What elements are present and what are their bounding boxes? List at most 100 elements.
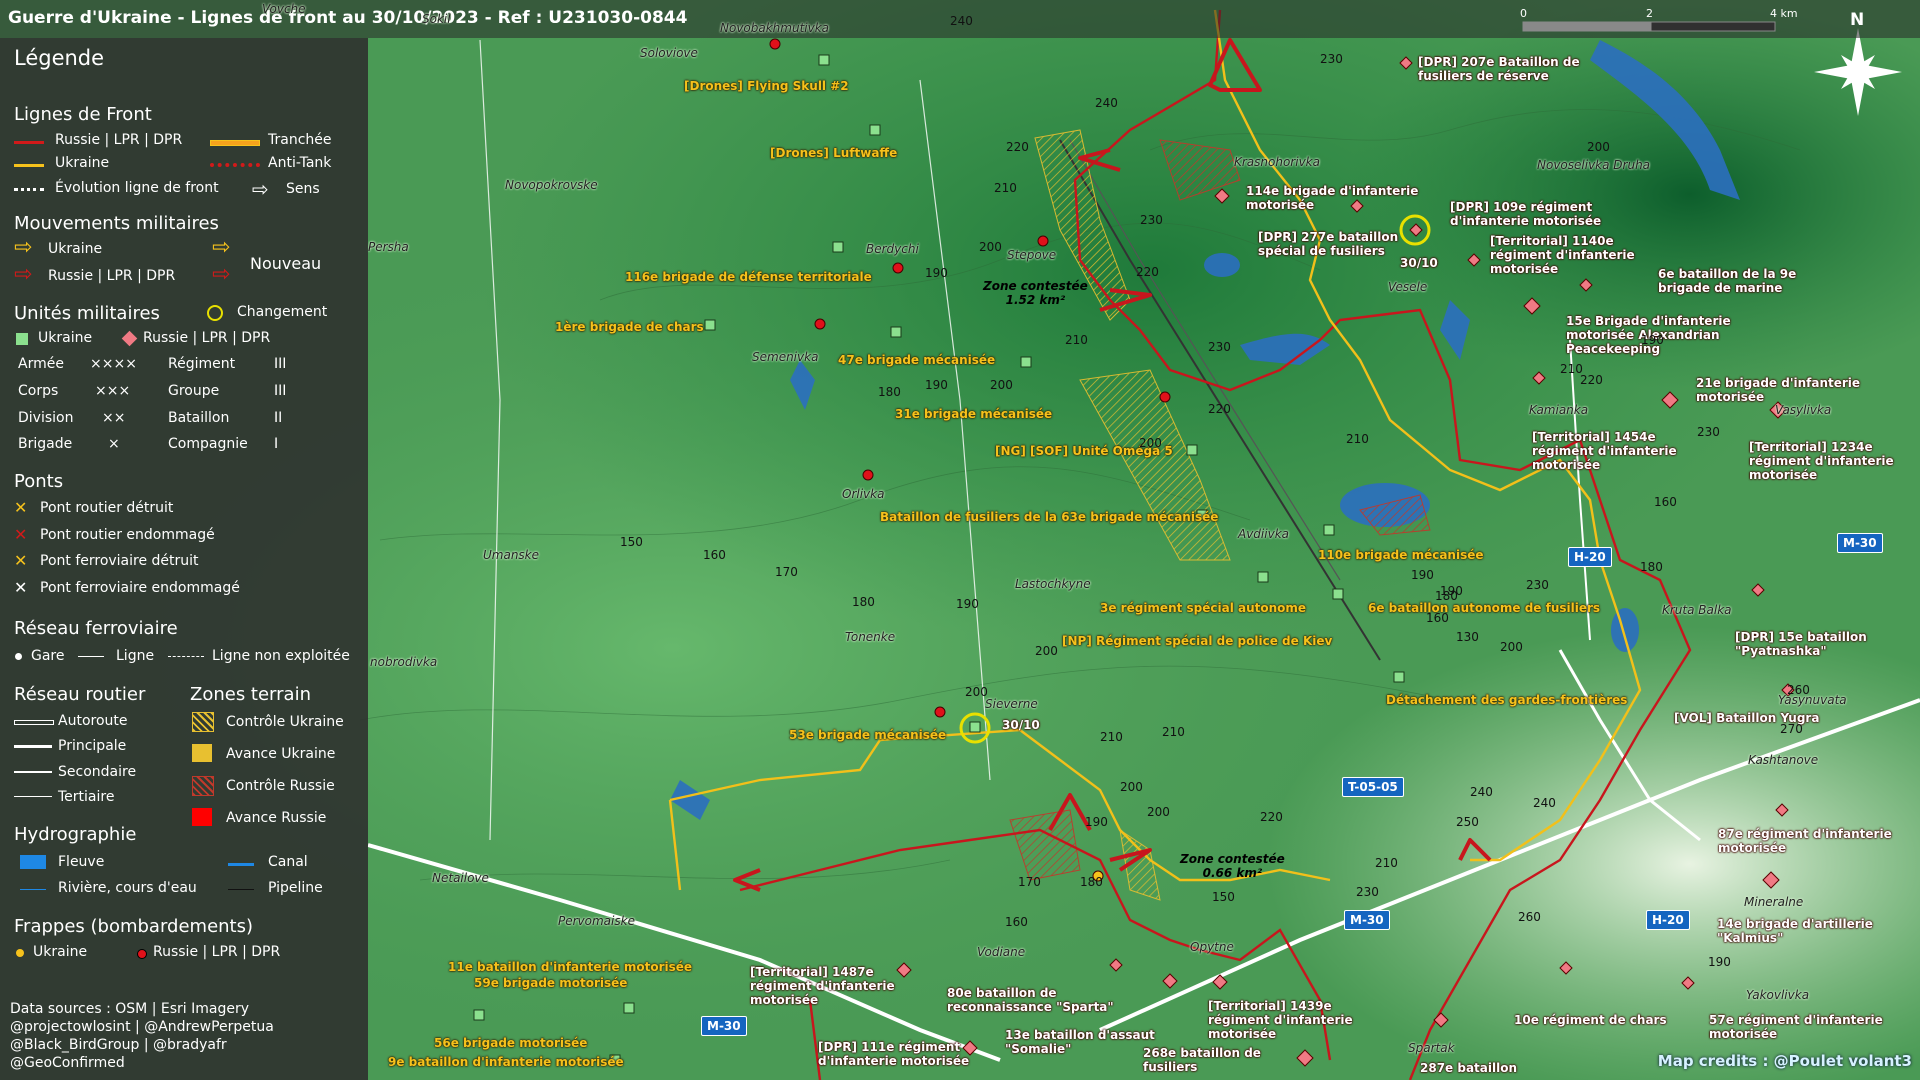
rail-line-icon bbox=[78, 656, 104, 657]
scale-zero: 0 bbox=[1520, 7, 1527, 20]
unused-line-icon bbox=[168, 656, 204, 657]
russia-unit-label: [DPR] 15e bataillon "Pyatnashka" bbox=[1735, 630, 1867, 658]
altitude-label: 190 bbox=[956, 597, 979, 611]
road-sign-m30: M-30 bbox=[1837, 533, 1883, 553]
russia-unit-label: 13e bataillon d'assaut "Somalie" bbox=[1005, 1028, 1155, 1056]
town-label: Sieverne bbox=[985, 697, 1038, 711]
hydro-title: Hydrographie bbox=[14, 824, 137, 845]
altitude-label: 190 bbox=[1440, 584, 1463, 598]
direction-label: Sens bbox=[286, 181, 320, 197]
pipeline-icon bbox=[228, 889, 254, 890]
change-circle-icon bbox=[207, 305, 223, 321]
russia-unit-label: [DPR] 111e régiment d'infanterie motorisé… bbox=[818, 1040, 970, 1068]
road-label: Principale bbox=[58, 738, 127, 754]
stream-icon bbox=[20, 889, 46, 890]
russia-unit-label: 14e brigade d'artillerie "Kalmius" bbox=[1717, 917, 1873, 945]
change-date: 30/10 bbox=[1002, 718, 1040, 732]
town-label: Novoselivka Druha bbox=[1537, 158, 1651, 172]
altitude-label: 160 bbox=[1426, 611, 1449, 625]
bridge-label: Pont routier endommagé bbox=[40, 527, 215, 543]
altitude-label: 220 bbox=[1580, 373, 1603, 387]
russia-new-move-icon: ⇨ bbox=[212, 262, 231, 287]
roads-title: Réseau routier bbox=[14, 684, 146, 705]
canal-label: Canal bbox=[268, 854, 308, 870]
map-title: Guerre d'Ukraine - Lignes de front au 30… bbox=[8, 8, 688, 28]
town-label: Kruta Balka bbox=[1662, 603, 1732, 617]
russia-strike-icon bbox=[137, 949, 147, 959]
altitude-label: 260 bbox=[1518, 910, 1541, 924]
echelon-symbol: I bbox=[274, 436, 279, 452]
ukraine-unit-label: 59e brigade motorisée bbox=[474, 976, 628, 990]
motorway-icon bbox=[14, 720, 54, 725]
ukraine-unit-label: Bataillon de fusiliers de la 63e brigade… bbox=[880, 510, 1219, 524]
zone-label: Contrôle Ukraine bbox=[226, 714, 344, 730]
map-credit: Map credits : @Poulet volant3 bbox=[1657, 1052, 1912, 1070]
russia-unit-label: [Territorial] 1234e régiment d'infanterie… bbox=[1749, 440, 1894, 482]
russia-unit-label: 21e brigade d'infanterie motorisée bbox=[1696, 376, 1861, 404]
credit-line: @Black_BirdGroup | @bradyafr bbox=[10, 1037, 227, 1053]
altitude-label: 200 bbox=[1500, 640, 1523, 654]
echelon-label: Armée bbox=[18, 356, 64, 372]
town-label: Soloviove bbox=[640, 46, 698, 60]
echelon-symbol: ×× bbox=[102, 410, 126, 426]
credit-line: @projectowlosint | @AndrewPerpetua bbox=[10, 1019, 274, 1035]
altitude-label: 230 bbox=[1320, 52, 1343, 66]
altitude-label: 230 bbox=[1526, 578, 1549, 592]
river-icon bbox=[20, 855, 46, 869]
russia-move-icon: ⇨ bbox=[14, 262, 33, 287]
ukraine-unit-label: [Drones] Luftwaffe bbox=[770, 146, 898, 160]
ukraine-unit-label: 31e brigade mécanisée bbox=[895, 407, 1053, 421]
station-label: Gare bbox=[31, 648, 65, 664]
altitude-label: 170 bbox=[775, 565, 798, 579]
north-label: N bbox=[1850, 10, 1865, 30]
ukraine-new-move-icon: ⇨ bbox=[212, 235, 231, 260]
russia-unit-label: [Territorial] 1140e régiment d'infanterie… bbox=[1490, 234, 1635, 276]
altitude-label: 150 bbox=[620, 535, 643, 549]
ukraine-unit-label: 53e brigade mécanisée bbox=[789, 728, 947, 742]
road-label: Autoroute bbox=[58, 713, 128, 729]
altitude-label: 230 bbox=[1208, 340, 1231, 354]
main-road-icon bbox=[14, 745, 52, 748]
strike-russia-label: Russie | LPR | DPR bbox=[153, 944, 281, 960]
road-sign-m30: M-30 bbox=[701, 1016, 747, 1036]
altitude-label: 200 bbox=[990, 378, 1013, 392]
altitude-label: 240 bbox=[1095, 96, 1118, 110]
scale-end: 4 km bbox=[1770, 7, 1798, 20]
altitude-label: 240 bbox=[1533, 796, 1556, 810]
russia-unit-label: 10e régiment de chars bbox=[1514, 1013, 1667, 1027]
town-label: Kamianka bbox=[1529, 403, 1589, 417]
town-label: Krasnohorivka bbox=[1234, 155, 1320, 169]
trench-icon bbox=[210, 140, 260, 146]
town-label: Netailove bbox=[432, 871, 489, 885]
station-icon bbox=[15, 653, 22, 660]
bridge-label: Pont ferroviaire endommagé bbox=[40, 580, 240, 596]
road-sign-h20: H-20 bbox=[1646, 910, 1690, 930]
evolution-line-icon bbox=[14, 188, 44, 191]
ukraine-unit-label: [Drones] Flying Skull #2 bbox=[684, 79, 849, 93]
altitude-label: 210 bbox=[1065, 333, 1088, 347]
altitude-label: 200 bbox=[1035, 644, 1058, 658]
unit-russia-label: Russie | LPR | DPR bbox=[143, 330, 271, 346]
russia-unit-label: 114e brigade d'infanterie motorisée bbox=[1246, 184, 1419, 212]
credit-line: @GeoConfirmed bbox=[10, 1055, 125, 1071]
town-label: Persha bbox=[368, 240, 409, 254]
bridges-title: Ponts bbox=[14, 471, 64, 492]
bridge-label: Pont ferroviaire détruit bbox=[40, 553, 199, 569]
pipeline-label: Pipeline bbox=[268, 880, 323, 896]
altitude-label: 190 bbox=[1641, 333, 1664, 347]
unit-ukraine-label: Ukraine bbox=[38, 330, 93, 346]
town-label: Novopokrovske bbox=[505, 178, 598, 192]
moves-title: Mouvements militaires bbox=[14, 213, 219, 234]
zone-label: Avance Ukraine bbox=[226, 746, 336, 762]
russia-control-icon bbox=[192, 776, 214, 796]
altitude-label: 270 bbox=[1780, 722, 1803, 736]
ukraine-unit-label: 9e bataillon d'infanterie motorisée bbox=[388, 1055, 624, 1069]
road-sign-h20: H-20 bbox=[1568, 547, 1612, 567]
echelon-symbol: II bbox=[274, 410, 283, 426]
altitude-label: 210 bbox=[994, 181, 1017, 195]
road-bridge-damaged-icon: ✕ bbox=[14, 525, 28, 544]
rail-bridge-destroyed-icon: ✕ bbox=[14, 551, 28, 570]
town-label: Veselе bbox=[1388, 280, 1428, 294]
echelon-symbol: III bbox=[274, 383, 287, 399]
echelon-label: Division bbox=[18, 410, 74, 426]
